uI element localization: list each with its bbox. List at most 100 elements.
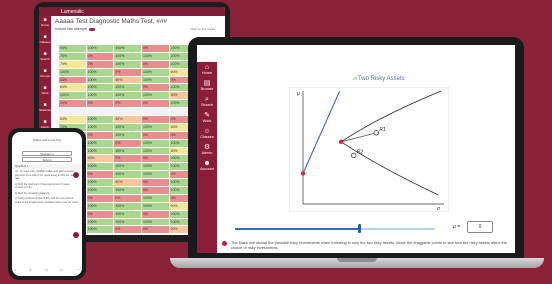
nav-item-work[interactable]: ✎ Work [197, 110, 217, 126]
mark-cell[interactable]: 0% [141, 210, 170, 219]
mark-cell[interactable]: 0% [114, 100, 142, 109]
mark-cell[interactable]: 0% [141, 116, 170, 124]
mark-cell[interactable]: 100% [86, 76, 115, 85]
mark-cell[interactable]: 0% [86, 210, 115, 219]
asset-point-r2[interactable] [351, 152, 357, 159]
mark-cell[interactable]: 100% [114, 84, 142, 93]
phone-nav-key[interactable]: ≡ [29, 268, 31, 272]
phone-nav-key[interactable]: ▷ [61, 268, 64, 272]
mark-cell[interactable]: 100% [141, 52, 170, 61]
sidebar-item-work[interactable]: ■ Work [39, 84, 51, 101]
phone-nav-key[interactable]: ◁ [45, 268, 48, 272]
mark-cell[interactable]: 0% [114, 226, 142, 235]
mark-cell[interactable]: 0% [86, 52, 115, 61]
mark-cell[interactable]: 0% [141, 155, 170, 164]
mark-cell[interactable]: 0% [141, 45, 170, 53]
mark-cell[interactable]: 100% [86, 92, 115, 101]
nav-item-search[interactable]: ⌕ Search [197, 94, 217, 110]
mark-cell[interactable]: 100% [114, 52, 142, 61]
mark-cell[interactable]: 100% [86, 218, 115, 227]
mark-cell[interactable]: 100% [141, 139, 170, 148]
mark-cell[interactable]: 0% [141, 60, 170, 69]
mark-cell[interactable] [114, 108, 142, 117]
mark-cell[interactable]: 100% [86, 226, 115, 235]
mark-cell[interactable]: 100% [86, 68, 115, 77]
sidebar-item-classes[interactable]: ■ Classes [39, 33, 51, 50]
mark-cell[interactable]: 100% [86, 187, 115, 195]
mark-cell[interactable]: 100% [59, 92, 87, 101]
mark-cell[interactable]: 100% [86, 163, 115, 172]
mark-cell[interactable]: 100% [141, 123, 170, 132]
mark-cell[interactable]: 100% [86, 123, 115, 132]
mark-cell[interactable]: 33% [59, 76, 87, 85]
mark-cell[interactable]: 0% [86, 171, 115, 180]
mark-cell[interactable]: 100% [141, 218, 170, 227]
mu-input[interactable]: 0 [467, 221, 493, 233]
sidebar-item-home[interactable]: ■ Home [39, 16, 51, 33]
include-late-toggle[interactable] [89, 27, 96, 31]
mark-cell[interactable]: 0% [86, 100, 115, 109]
mark-cell[interactable]: 0% [114, 155, 142, 164]
mark-cell[interactable]: 100% [86, 84, 115, 93]
mark-cell[interactable]: 79% [59, 60, 87, 69]
mark-cell[interactable]: 100% [86, 139, 115, 148]
mark-cell[interactable]: 100% [114, 171, 142, 180]
mark-cell[interactable]: 0% [141, 100, 170, 109]
answer-button-2[interactable] [73, 232, 79, 238]
mark-cell[interactable]: 14% [59, 100, 87, 109]
mark-cell[interactable]: 100% [114, 147, 142, 156]
mark-cell[interactable]: 54% [59, 45, 87, 53]
mark-cell[interactable]: 100% [114, 123, 142, 132]
nav-item-home[interactable]: ⌂ Home [197, 62, 217, 78]
mark-cell[interactable]: 100% [114, 218, 142, 227]
mark-cell[interactable]: 100% [114, 60, 142, 69]
mark-cell[interactable]: 100% [59, 68, 87, 77]
mark-cell[interactable]: 0% [114, 194, 142, 203]
mark-cell[interactable]: 100% [141, 202, 170, 211]
mark-cell[interactable]: 50% [114, 179, 142, 188]
mark-cell[interactable]: 54% [59, 116, 87, 124]
phone-nav-key[interactable]: ⋯ [76, 268, 80, 272]
mark-cell[interactable]: 100% [114, 131, 142, 140]
mark-cell[interactable]: 100% [141, 163, 170, 172]
mark-cell[interactable]: 100% [86, 202, 115, 211]
mark-cell[interactable]: 50% [114, 76, 142, 85]
mark-cell[interactable]: 0% [141, 226, 170, 235]
mark-cell[interactable] [86, 108, 115, 117]
mark-cell[interactable]: 0% [86, 60, 115, 69]
submit-button[interactable]: Submit [22, 157, 72, 162]
mark-cell[interactable]: 100% [114, 45, 142, 53]
nav-item-classes[interactable]: ☺ Classes [197, 126, 217, 142]
mark-cell[interactable]: 75% [59, 52, 87, 61]
sidebar-item-search[interactable]: ■ Search [39, 50, 51, 67]
mark-cell[interactable]: 50% [86, 155, 115, 164]
mark-cell[interactable]: 0% [86, 131, 115, 140]
mark-cell[interactable] [59, 108, 87, 117]
mark-cell[interactable]: 100% [141, 194, 170, 203]
asset-point-r1[interactable] [373, 130, 379, 136]
risky-assets-chart[interactable]: μ σ R1R2 [289, 87, 449, 212]
mu-slider-thumb[interactable] [358, 224, 361, 233]
mark-cell[interactable]: 100% [114, 202, 142, 211]
sidebar-item-students[interactable]: ■ Students [39, 101, 51, 118]
mark-cell[interactable]: 100% [114, 187, 142, 195]
phone-nav-key[interactable]: ⌂ [14, 268, 16, 272]
mark-cell[interactable]: 100% [86, 45, 115, 53]
mark-cell[interactable]: 100% [114, 210, 142, 219]
mark-cell[interactable]: 0% [141, 131, 170, 140]
nav-item-admin[interactable]: ⚙ Admin [197, 142, 217, 158]
mark-cell[interactable]: 50% [114, 116, 142, 124]
mark-cell[interactable]: 100% [141, 147, 170, 156]
mark-cell[interactable]: 0% [141, 84, 170, 93]
mark-cell[interactable]: 100% [141, 76, 170, 85]
mark-cell[interactable]: 100% [141, 68, 170, 77]
mu-slider-track[interactable] [235, 228, 435, 230]
nav-item-browse[interactable]: ▤ Browse [197, 78, 217, 94]
mark-cell[interactable] [141, 108, 170, 117]
mark-cell[interactable]: 100% [86, 116, 115, 124]
sidebar-item-groups[interactable]: ■ Groups [39, 67, 51, 84]
mark-cell[interactable]: 0% [114, 139, 142, 148]
mark-cell[interactable]: 100% [86, 179, 115, 188]
answer-button[interactable] [73, 172, 79, 178]
mark-cell[interactable]: 0% [86, 194, 115, 203]
